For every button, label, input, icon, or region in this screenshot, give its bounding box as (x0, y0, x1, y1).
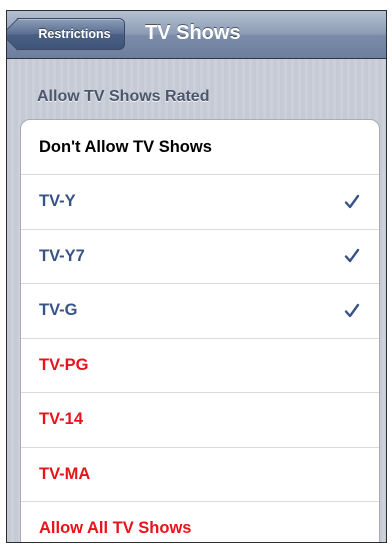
list-item-dont-allow[interactable]: Don't Allow TV Shows (21, 120, 379, 175)
list-item-label: TV-PG (39, 355, 89, 374)
list-item-allow-all[interactable]: Allow All TV Shows (21, 502, 379, 542)
section-header: Allow TV Shows Rated (37, 88, 210, 105)
list-item-label: TV-Y7 (39, 246, 85, 265)
list-item-label: Allow All TV Shows (39, 519, 192, 538)
phone-screen: Restrictions TV Shows Allow TV Shows Rat… (6, 10, 387, 543)
back-button-restrictions[interactable]: Restrictions (17, 18, 125, 50)
list-item-tv-14[interactable]: TV-14 (21, 393, 379, 448)
list-item-tv-pg[interactable]: TV-PG (21, 339, 379, 393)
list-item-label: TV-MA (39, 464, 91, 483)
checkmark-icon (343, 247, 361, 265)
list-item-label: TV-G (39, 301, 78, 320)
page-title: TV Shows (145, 22, 241, 44)
list-item-tv-g[interactable]: TV-G (21, 284, 379, 339)
list-item-tv-y[interactable]: TV-Y (21, 175, 379, 230)
checkmark-icon (343, 193, 361, 211)
list-item-label: TV-Y (39, 192, 76, 211)
navigation-bar: Restrictions TV Shows (7, 11, 386, 59)
list-item-label: TV-14 (39, 410, 84, 429)
list-item-tv-ma[interactable]: TV-MA (21, 448, 379, 502)
list-item-tv-y7[interactable]: TV-Y7 (21, 230, 379, 284)
back-button-label: Restrictions (38, 27, 111, 41)
checkmark-icon (343, 302, 361, 320)
list-item-label: Don't Allow TV Shows (39, 137, 212, 156)
ratings-list: Don't Allow TV Shows TV-Y TV-Y7 TV-G TV-… (20, 119, 380, 542)
